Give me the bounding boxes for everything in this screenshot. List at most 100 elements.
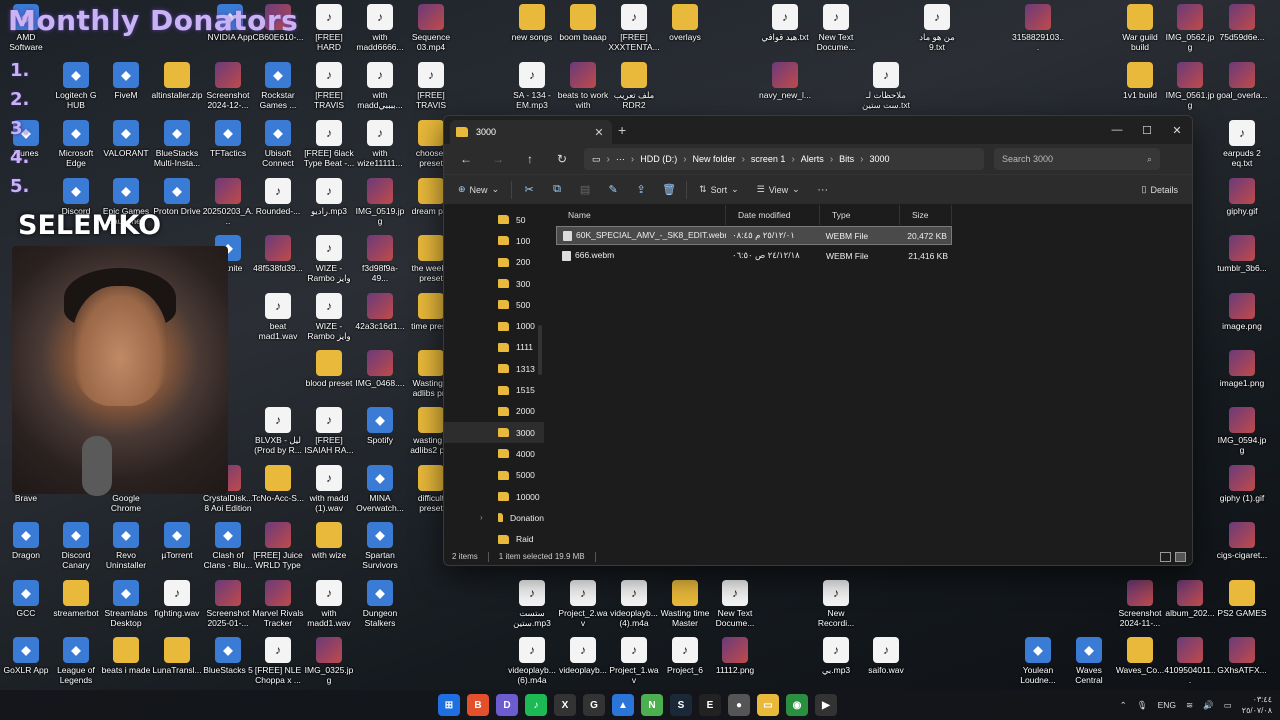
breadcrumb-item[interactable]: 3000	[870, 154, 890, 164]
nav-folder-item[interactable]: 1313	[444, 358, 544, 379]
desktop-icon[interactable]: ◆ Youlean Loudne...	[1012, 637, 1064, 685]
desktop-icon[interactable]: Wasting time Master	[659, 580, 711, 628]
desktop-icon[interactable]: ♪ New Text Docume...	[709, 580, 761, 628]
desktop-icon[interactable]: ◆ MINA Overwatch...	[354, 465, 406, 513]
up-arrow-icon[interactable]: ↑	[516, 148, 544, 170]
desktop-icon[interactable]: ◆ Ubisoft Connect	[252, 120, 304, 168]
desktop-icon[interactable]: 42a3c16d1...	[354, 293, 406, 331]
desktop-icon[interactable]: new songs	[506, 4, 558, 42]
desktop-icon[interactable]: ♪[FREE] TRAVIS SCOTT X D...	[405, 62, 457, 110]
breadcrumb-item[interactable]: New folder	[693, 154, 736, 164]
windows-start-icon[interactable]: ⊞	[438, 694, 460, 716]
desktop-icon[interactable]: ◆ TFTactics	[202, 120, 254, 158]
nav-folder-item[interactable]: 1111	[444, 337, 544, 358]
forward-arrow-icon[interactable]: →	[484, 148, 512, 170]
nav-folder-item[interactable]: › Donation	[444, 507, 544, 528]
desktop-icon[interactable]: ♪ saifo.wav	[860, 637, 912, 675]
nav-folder-item[interactable]: 500	[444, 294, 544, 315]
desktop-icon[interactable]: giphy (1).gif	[1216, 465, 1268, 503]
breadcrumb-item[interactable]: screen 1	[751, 154, 786, 164]
desktop-icon[interactable]: ♪ with wize11111...	[354, 120, 406, 168]
desktop-icon[interactable]: PS2 GAMES	[1216, 580, 1268, 618]
desktop-icon[interactable]: Waves_Co...	[1114, 637, 1166, 675]
nvidia-icon[interactable]: N	[641, 694, 663, 716]
desktop-icon[interactable]: IMG_0519.jpg	[354, 178, 406, 226]
chrome-icon[interactable]: ◉	[786, 694, 808, 716]
explorer-tab[interactable]: 3000 ✕	[450, 120, 612, 144]
clock[interactable]: ٠٣:٤٤ ٢٥/٠٧/٠٨	[1242, 694, 1272, 716]
desktop-icon[interactable]: War guild build	[1114, 4, 1166, 52]
desktop-icon[interactable]: Sequence 03.mp4	[405, 4, 457, 52]
chevron-right-icon[interactable]: ›	[480, 513, 483, 522]
desktop-icon[interactable]: ◆ Rockstar Games ...	[252, 62, 304, 110]
desktop-icon[interactable]: ♪ WIZE - Rambo وايز	[303, 293, 355, 341]
desktop-icon[interactable]: ♪ Project_6	[659, 637, 711, 675]
file-explorer-icon[interactable]: ▭	[757, 694, 779, 716]
nav-folder-item[interactable]: 1000	[444, 315, 544, 336]
desktop-icon[interactable]: ◆ Streamlabs Desktop	[100, 580, 152, 628]
desktop-icon[interactable]: altinstaller.zip	[151, 62, 203, 100]
file-row[interactable]: 666.webm ٢٤/١٢/١٨ ص ٠٦:٥٠ WEBM File 21,416 …	[556, 246, 952, 265]
desktop-icon[interactable]: ♪ [FREE] 6lack Type Beat -...	[303, 120, 355, 168]
desktop-icon[interactable]: IMG_0325.jpg	[303, 637, 355, 685]
desktop-icon[interactable]: ◆ Dragon	[0, 522, 52, 560]
desktop-icon[interactable]: navy_new_l...	[759, 62, 811, 100]
language-indicator[interactable]: ENG	[1158, 700, 1176, 710]
more-icon[interactable]: ···	[616, 154, 625, 164]
xbox-icon[interactable]: X	[554, 694, 576, 716]
share-icon[interactable]: ⇪	[630, 179, 652, 201]
refresh-icon[interactable]: ↻	[548, 148, 576, 170]
brave-icon[interactable]: B	[467, 694, 489, 716]
desktop-icon[interactable]: ◆ GoXLR App	[0, 637, 52, 675]
desktop-icon[interactable]: LunaTransl...	[151, 637, 203, 675]
desktop-icon[interactable]: ♪ ستست ستين.mp3	[506, 580, 558, 628]
desktop-icon[interactable]: 4109504011...	[1164, 637, 1216, 685]
sort-button[interactable]: ⇅ Sort ⌄	[693, 179, 745, 201]
desktop-icon[interactable]: Screenshot 2025-01-...	[202, 580, 254, 628]
desktop-icon[interactable]: ♪ ملاحظات لـ ست ستين.txt	[860, 62, 912, 110]
desktop-icon[interactable]: ملف تعريب RDR2	[608, 62, 660, 110]
discord-icon[interactable]: D	[496, 694, 518, 716]
desktop-icon[interactable]: blood preset	[303, 350, 355, 388]
desktop-icon[interactable]: ♪ BLVXB - ليل (Prod by R...	[252, 407, 304, 455]
media-player-icon[interactable]: ▶	[815, 694, 837, 716]
steam-icon[interactable]: S	[670, 694, 692, 716]
maximize-button[interactable]: ☐	[1132, 116, 1162, 144]
desktop-icon[interactable]: image1.png	[1216, 350, 1268, 388]
chevron-up-icon[interactable]: ⌃	[1120, 700, 1127, 711]
details-button[interactable]: ▯ Details	[1136, 179, 1184, 201]
desktop-icon[interactable]: streamerbot	[50, 580, 102, 618]
desktop-icon[interactable]: ◆ Microsoft Edge	[50, 120, 102, 168]
desktop-icon[interactable]: Marvel Rivals Tracker	[252, 580, 304, 628]
copy-icon[interactable]: ⧉	[546, 179, 568, 201]
desktop-icon[interactable]: ◆ Logitech G HUB	[50, 62, 102, 110]
back-arrow-icon[interactable]: ←	[452, 148, 480, 170]
desktop-icon[interactable]: ♪ with madd1.wav	[303, 580, 355, 628]
nav-folder-item[interactable]: 3000	[444, 421, 544, 444]
desktop-icon[interactable]: ◆ League of Legends	[50, 637, 102, 685]
desktop-icon[interactable]: goal_overla...	[1216, 62, 1268, 100]
desktop-icon[interactable]: ♪ videoplayb... (4).m4a	[608, 580, 660, 628]
desktop-icon[interactable]: ♪ fighting.wav	[151, 580, 203, 618]
desktop-icon[interactable]: ◆ Clash of Clans - Blu...	[202, 522, 254, 570]
desktop-icon[interactable]: beats to work with	[557, 62, 609, 110]
nav-folder-item[interactable]: 4000	[444, 443, 544, 464]
nav-folder-item[interactable]: 10000	[444, 486, 544, 507]
desktop-icon[interactable]: ♪ هيد قوافي.txt	[759, 4, 811, 42]
desktop-icon[interactable]: tumblr_3b6...	[1216, 235, 1268, 273]
desktop-icon[interactable]: ◆ BlueStacks 5	[202, 637, 254, 675]
view-button[interactable]: ☰ View ⌄	[751, 179, 806, 201]
close-button[interactable]: ✕	[1162, 116, 1192, 144]
minimize-button[interactable]: —	[1102, 116, 1132, 144]
desktop-icon[interactable]: IMG_0468....	[354, 350, 406, 388]
desktop-icon[interactable]: ♪ بي.mp3	[810, 637, 862, 675]
paste-icon[interactable]: ▤	[574, 179, 596, 201]
desktop-icon[interactable]: ♪ earpuds 2 eq.txt	[1216, 120, 1268, 168]
bluestacks-icon[interactable]: ▲	[612, 694, 634, 716]
volume-icon[interactable]: 🔊	[1203, 700, 1214, 711]
desktop-icon[interactable]: Screenshot 2024-12-...	[202, 62, 254, 110]
nav-folder-item[interactable]: 200	[444, 252, 544, 273]
desktop-icon[interactable]: ♪[FREE] HARD BOUNCY T...	[303, 4, 355, 52]
desktop-icon[interactable]: ◆ FiveM	[100, 62, 152, 100]
desktop-icon[interactable]: Screenshot 2024-11-...	[1114, 580, 1166, 628]
